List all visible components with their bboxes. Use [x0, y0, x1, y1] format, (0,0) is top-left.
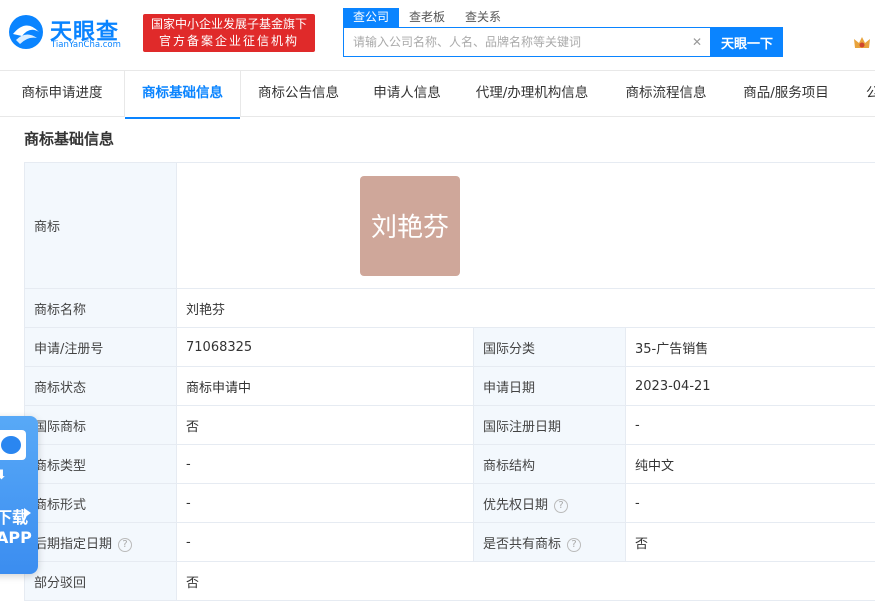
logo-cell: 刘艳芬	[177, 163, 875, 289]
priority-date-label: 优先权日期	[483, 498, 548, 513]
search-type-tabs: 查公司 查老板 查关系	[343, 8, 511, 27]
logo-label: 商标	[25, 163, 177, 289]
vip-crown-icon[interactable]	[853, 35, 871, 51]
logo-text-en: TianYanCha.com	[51, 40, 121, 50]
reg-number-label: 申请/注册号	[25, 328, 177, 367]
gov-badge: 国家中小企业发展子基金旗下 官方备案企业征信机构	[143, 14, 315, 52]
later-designation-label: 后期指定日期	[34, 537, 112, 552]
form-label: 商标形式	[25, 484, 177, 523]
type-label: 商标类型	[25, 445, 177, 484]
help-icon[interactable]: ?	[567, 538, 581, 552]
shared-trademark-value: 否	[626, 523, 875, 562]
type-value: -	[177, 445, 474, 484]
table-row: 商标名称 刘艳芬	[25, 289, 875, 328]
trademark-image-text: 刘艳芬	[371, 207, 449, 244]
table-row: 国际商标 否 国际注册日期 -	[25, 406, 875, 445]
help-icon[interactable]: ?	[118, 538, 132, 552]
search-tab-boss[interactable]: 查老板	[399, 8, 455, 27]
partial-rejection-label: 部分驳回	[25, 562, 177, 601]
later-designation-label-cell: 后期指定日期?	[25, 523, 177, 562]
reg-number-value: 71068325	[177, 328, 474, 367]
search-tab-relation[interactable]: 查关系	[455, 8, 511, 27]
intl-reg-date-value: -	[626, 406, 875, 445]
gov-badge-line1: 国家中小企业发展子基金旗下	[149, 16, 309, 33]
status-label: 商标状态	[25, 367, 177, 406]
tab-agency-info[interactable]: 代理/办理机构信息	[458, 71, 606, 117]
table-row: 商标形式 - 优先权日期? -	[25, 484, 875, 523]
tab-application-progress[interactable]: 商标申请进度	[0, 71, 124, 117]
table-row: 商标 刘艳芬	[25, 163, 875, 289]
name-value: 刘艳芬	[177, 289, 875, 328]
tab-basic-info[interactable]: 商标基础信息	[124, 71, 241, 117]
trademark-info-table: 商标 刘艳芬 商标名称 刘艳芬 申请/注册号 71068325 国际分类 35-…	[24, 162, 875, 601]
search-tab-company[interactable]: 查公司	[343, 8, 399, 27]
top-header: 天眼查 TianYanCha.com 国家中小企业发展子基金旗下 官方备案企业征…	[0, 0, 875, 70]
detail-nav-tabs: 商标申请进度 商标基础信息 商标公告信息 申请人信息 代理/办理机构信息 商标流…	[0, 70, 875, 117]
apply-date-value: 2023-04-21	[626, 367, 875, 406]
tab-applicant-info[interactable]: 申请人信息	[356, 71, 458, 117]
name-label: 商标名称	[25, 289, 177, 328]
later-designation-value: -	[177, 523, 474, 562]
intl-trademark-value: 否	[177, 406, 474, 445]
priority-date-value: -	[626, 484, 875, 523]
download-app-widget[interactable]: ⬇ 下载 APP	[0, 416, 38, 574]
table-row: 后期指定日期? - 是否共有商标? 否	[25, 523, 875, 562]
clear-icon[interactable]: ✕	[689, 34, 705, 50]
table-row: 商标类型 - 商标结构 纯中文	[25, 445, 875, 484]
download-arrow-icon: ⬇	[0, 468, 7, 483]
search-button[interactable]: 天眼一下	[711, 27, 783, 57]
intl-class-label: 国际分类	[474, 328, 626, 367]
structure-value: 纯中文	[626, 445, 875, 484]
section-title: 商标基础信息	[24, 128, 114, 149]
site-logo[interactable]: 天眼查 TianYanCha.com	[8, 12, 136, 52]
trademark-image[interactable]: 刘艳芬	[360, 176, 460, 276]
tab-process-info[interactable]: 商标流程信息	[606, 71, 726, 117]
search-box: ✕	[343, 27, 711, 57]
search-input[interactable]	[344, 28, 684, 56]
tab-goods-services[interactable]: 商品/服务项目	[726, 71, 846, 117]
tab-more[interactable]: 公	[846, 71, 875, 117]
tab-announcement-info[interactable]: 商标公告信息	[241, 71, 356, 117]
priority-date-label-cell: 优先权日期?	[474, 484, 626, 523]
tianyancha-logo-icon	[8, 14, 44, 50]
download-app-line2: APP	[0, 528, 32, 547]
partial-rejection-value: 否	[177, 562, 875, 601]
structure-label: 商标结构	[474, 445, 626, 484]
intl-reg-date-label: 国际注册日期	[474, 406, 626, 445]
shared-trademark-label: 是否共有商标	[483, 537, 561, 552]
intl-trademark-label: 国际商标	[25, 406, 177, 445]
shared-trademark-label-cell: 是否共有商标?	[474, 523, 626, 562]
apply-date-label: 申请日期	[474, 367, 626, 406]
table-row: 商标状态 商标申请中 申请日期 2023-04-21	[25, 367, 875, 406]
app-logo-icon	[0, 430, 26, 460]
status-value: 商标申请中	[177, 367, 474, 406]
intl-class-value: 35-广告销售	[626, 328, 875, 367]
gov-badge-line2: 官方备案企业征信机构	[149, 33, 309, 50]
form-value: -	[177, 484, 474, 523]
help-icon[interactable]: ?	[554, 499, 568, 513]
table-row: 申请/注册号 71068325 国际分类 35-广告销售	[25, 328, 875, 367]
table-row: 部分驳回 否	[25, 562, 875, 601]
play-arrow-icon	[24, 508, 31, 518]
